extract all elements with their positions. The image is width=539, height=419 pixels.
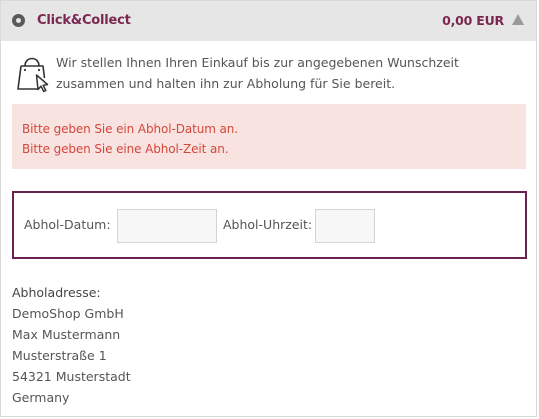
pickup-date-input[interactable] (117, 209, 217, 243)
address-line-country: Germany (12, 390, 70, 405)
pickup-time-label: Abhol-Uhrzeit: (223, 217, 313, 232)
error-message-date: Bitte geben Sie ein Abhol-Datum an. (22, 122, 238, 136)
click-collect-panel: Click&Collect 0,00 EUR Wir stellen Ihnen… (0, 0, 537, 417)
pickup-address-heading: Abholadresse: (12, 285, 101, 300)
shopping-bag-cursor-icon (17, 57, 49, 93)
pickup-address: Abholadresse: DemoShop GmbH Max Musterma… (12, 282, 131, 408)
pickup-date-label: Abhol-Datum: (24, 217, 111, 232)
pickup-time-input[interactable] (315, 209, 375, 243)
error-alert: Bitte geben Sie ein Abhol-Datum an. Bitt… (12, 104, 526, 169)
radio-selected-icon[interactable] (12, 14, 25, 27)
shipping-option-title: Click&Collect (37, 13, 131, 28)
error-message-time: Bitte geben Sie eine Abhol-Zeit an. (22, 142, 229, 156)
chevron-up-icon[interactable] (512, 14, 524, 25)
address-line-street: Musterstraße 1 (12, 348, 107, 363)
shipping-option-header[interactable]: Click&Collect 0,00 EUR (1, 1, 536, 41)
pickup-info-text: Wir stellen Ihnen Ihren Einkauf bis zur … (56, 55, 459, 91)
pickup-form: Abhol-Datum: Abhol-Uhrzeit: (12, 191, 527, 259)
shipping-option-price: 0,00 EUR (442, 13, 504, 28)
address-line-company: DemoShop GmbH (12, 306, 124, 321)
address-line-name: Max Mustermann (12, 327, 121, 342)
address-line-city: 54321 Musterstadt (12, 369, 131, 384)
